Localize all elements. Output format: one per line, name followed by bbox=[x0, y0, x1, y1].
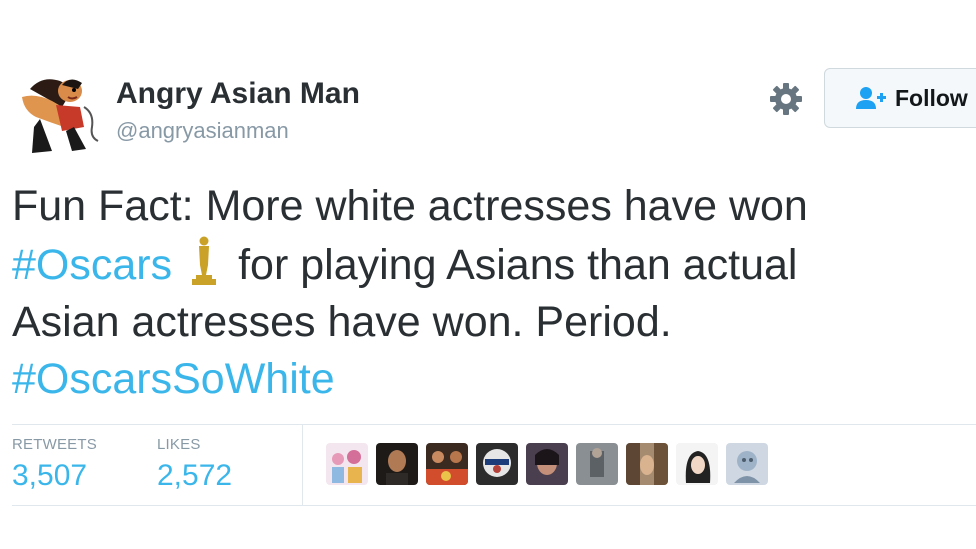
liker-avatar[interactable] bbox=[526, 443, 568, 485]
likes-stat[interactable]: LIKES 2,572 bbox=[157, 436, 232, 493]
divider bbox=[12, 505, 976, 506]
liker-avatar[interactable] bbox=[326, 443, 368, 485]
hashtag-oscarssowhite[interactable]: #OscarsSoWhite bbox=[12, 355, 335, 403]
tweet-text: Fun Fact: More white actresses have won … bbox=[12, 178, 972, 408]
retweets-count: 3,507 bbox=[12, 459, 88, 492]
likes-count: 2,572 bbox=[157, 459, 233, 492]
retweets-stat[interactable]: RETWEETS 3,507 bbox=[12, 436, 97, 493]
likes-label: LIKES bbox=[157, 436, 201, 453]
user-plus-icon bbox=[855, 86, 887, 110]
follow-button[interactable]: Follow bbox=[824, 68, 976, 128]
liker-avatar[interactable] bbox=[626, 443, 668, 485]
likers-avatars bbox=[326, 443, 768, 487]
oscar-statue-icon bbox=[184, 235, 224, 285]
divider bbox=[302, 424, 303, 505]
tweet-line-2: for playing Asians than actual bbox=[238, 241, 798, 289]
author-name[interactable]: Angry Asian Man bbox=[116, 77, 360, 111]
author-handle[interactable]: @angryasianman bbox=[116, 118, 289, 144]
liker-avatar[interactable] bbox=[426, 443, 468, 485]
liker-avatar[interactable] bbox=[576, 443, 618, 485]
liker-avatar[interactable] bbox=[726, 443, 768, 485]
tweet-line-1: Fun Fact: More white actresses have won bbox=[12, 182, 808, 230]
retweets-label: RETWEETS bbox=[12, 436, 97, 453]
liker-avatar[interactable] bbox=[376, 443, 418, 485]
hashtag-oscars[interactable]: #Oscars bbox=[12, 241, 172, 289]
tweet-card: Angry Asian Man @angryasianman Follow Fu… bbox=[0, 0, 976, 549]
liker-avatar[interactable] bbox=[676, 443, 718, 485]
divider bbox=[12, 424, 976, 425]
liker-avatar[interactable] bbox=[476, 443, 518, 485]
follow-label: Follow bbox=[895, 84, 968, 111]
author-avatar[interactable] bbox=[12, 67, 100, 155]
tweet-line-3: Asian actresses have won. Period. bbox=[12, 298, 672, 346]
gear-icon[interactable] bbox=[768, 81, 804, 117]
